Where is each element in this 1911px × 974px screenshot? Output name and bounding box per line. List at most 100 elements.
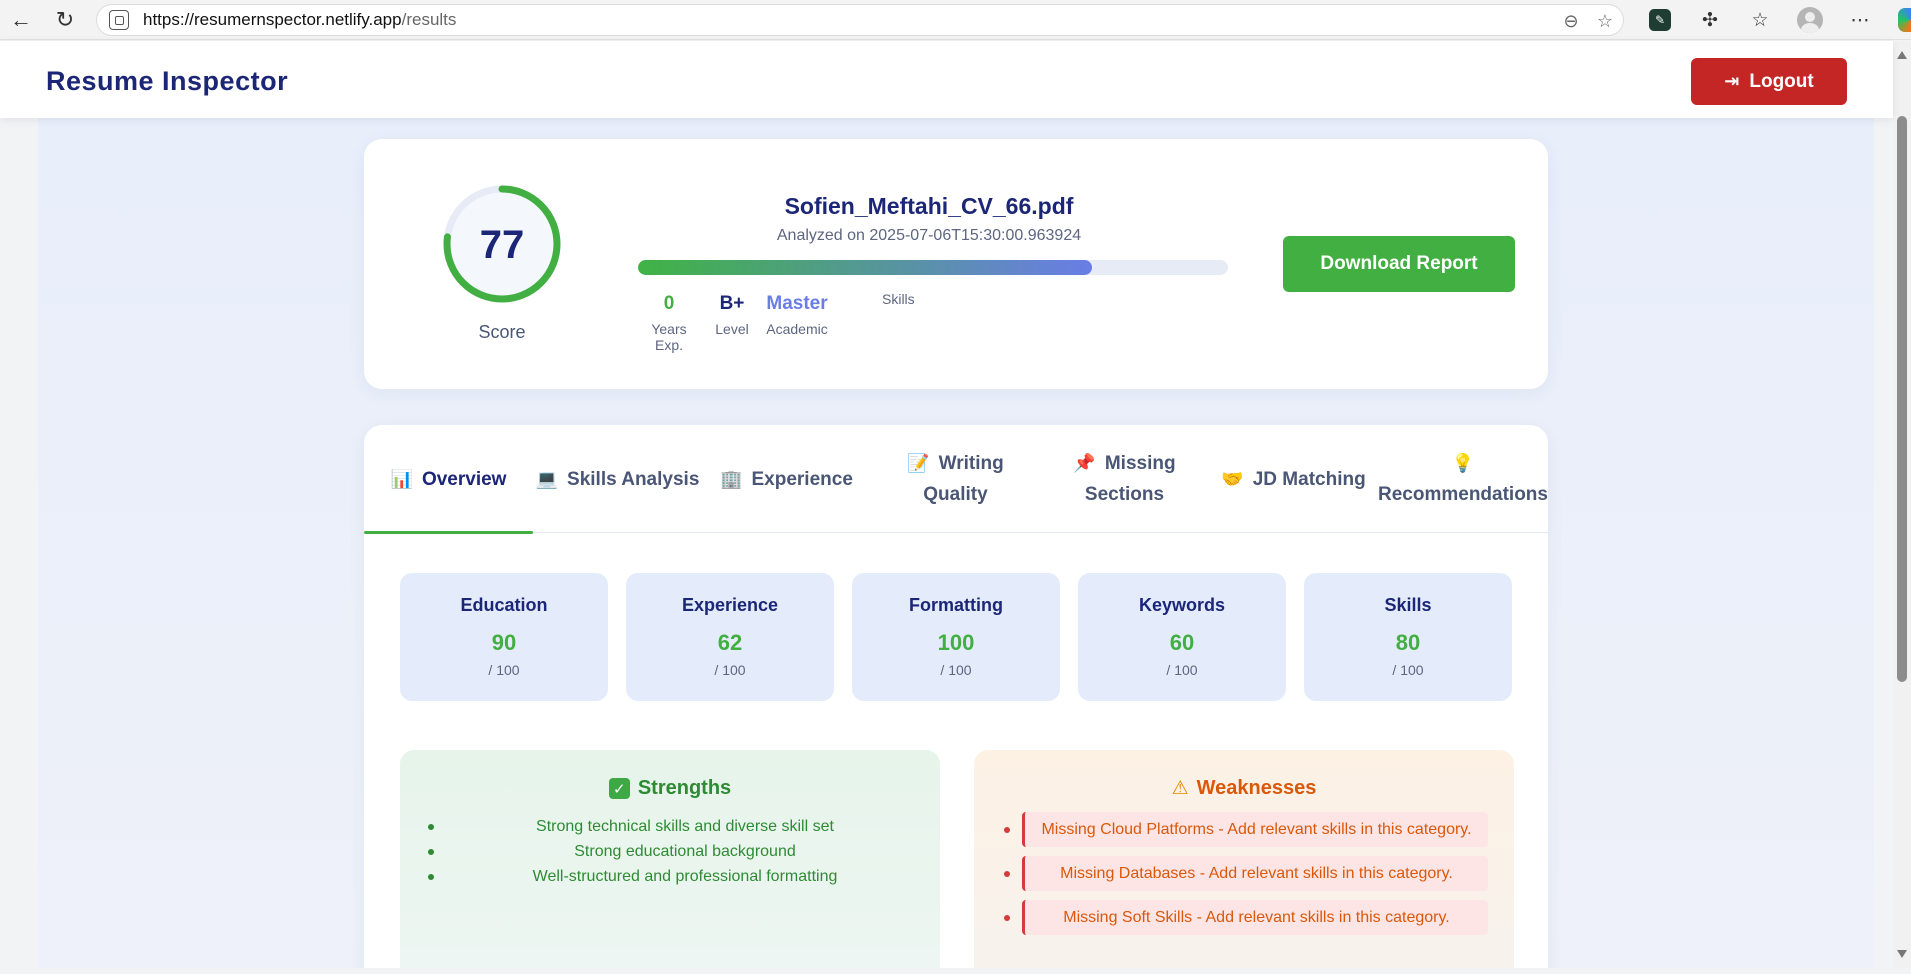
score-label: Score [478, 322, 526, 342]
address-bar[interactable]: https://resumernspector.netlify.app/resu… [96, 4, 1624, 36]
score-progress-fill [638, 260, 1093, 275]
tab-label: Recommendations [1378, 484, 1548, 505]
scroll-down-arrow-icon[interactable] [1897, 950, 1907, 958]
metric-card-education: Education 90 / 100 [400, 573, 608, 701]
tab-experience[interactable]: 🏢 Experience [702, 425, 871, 533]
copilot-icon[interactable] [1895, 5, 1911, 35]
metric-value: 62 [717, 630, 743, 655]
analysis-tabs-card: 📊 Overview 💻 Skills Analysis 🏢 Experienc… [364, 425, 1548, 968]
strength-item: Strong technical skills and diverse skil… [428, 814, 940, 839]
metric-name: Education [460, 595, 548, 615]
url-text: https://resumernspector.netlify.app/resu… [143, 10, 456, 30]
file-name: Sofien_Meftahi_CV_66.pdf [784, 193, 1074, 219]
handshake-icon: 🤝 [1221, 468, 1244, 489]
metric-card-experience: Experience 62 / 100 [626, 573, 834, 701]
tab-label-stack: 📌 Missing Sections [1073, 448, 1175, 510]
metric-name: Skills [1384, 595, 1432, 615]
stat-level: B+ Level [712, 293, 752, 337]
strength-item: Strong educational background [428, 839, 940, 864]
stat-value: 0 [663, 293, 675, 314]
logout-label: Logout [1749, 70, 1814, 92]
tab-recommendations[interactable]: 💡 Recommendations [1378, 425, 1548, 533]
brand-logo[interactable]: Resume Inspector [46, 66, 288, 97]
logout-icon: ⇥ [1724, 71, 1740, 91]
metric-card-formatting: Formatting 100 / 100 [852, 573, 1060, 701]
download-report-button[interactable]: Download Report [1283, 236, 1515, 292]
stat-value: Master [766, 293, 828, 314]
tab-label-stack: 💡 Recommendations [1378, 448, 1548, 510]
metric-name: Experience [681, 595, 779, 615]
tab-label-line2: Sections [1084, 484, 1165, 505]
tab-writing-quality[interactable]: 📝 Writing Quality [871, 425, 1040, 533]
tab-label: Writing [938, 453, 1004, 474]
stat-skills-label: Skills [882, 291, 915, 307]
memo-icon: 📝 [907, 453, 930, 473]
metric-value: 90 [491, 630, 517, 655]
page-scrollbar[interactable] [1893, 41, 1911, 968]
tab-label: JD Matching [1252, 468, 1366, 490]
extension-app-icon[interactable]: ✎ [1645, 5, 1675, 35]
strengths-title-text: Strengths [637, 777, 732, 799]
tab-label-stack: 📝 Writing Quality [907, 448, 1004, 510]
reload-icon[interactable]: ↻ [50, 5, 80, 35]
metric-max: / 100 [1166, 662, 1198, 678]
analyzed-timestamp: Analyzed on 2025-07-06T15:30:00.963924 [776, 227, 1082, 244]
weakness-item: Missing Soft Skills - Add relevant skill… [1004, 900, 1488, 935]
warning-icon: ⚠ [1171, 778, 1189, 799]
summary-card: 77 Score Sofien_Meftahi_CV_66.pdf Analyz… [364, 139, 1548, 389]
metric-name: Formatting [909, 595, 1003, 615]
strengths-title: ✓ Strengths [400, 777, 940, 800]
score-progress-bar [638, 260, 1228, 275]
tab-label-line2: Quality [923, 484, 988, 505]
stat-academic: Master Academic [762, 293, 832, 337]
zoom-icon[interactable]: ⊖ [1559, 9, 1583, 33]
tab-overview[interactable]: 📊 Overview [364, 425, 533, 534]
metric-value: 80 [1395, 630, 1421, 655]
tab-label: Missing [1104, 453, 1176, 474]
metric-name: Keywords [1138, 595, 1226, 615]
extensions-puzzle-icon[interactable]: ✣ [1695, 5, 1725, 35]
url-path: /results [401, 10, 457, 29]
results-page: 77 Score Sofien_Meftahi_CV_66.pdf Analyz… [38, 118, 1874, 968]
weakness-item: Missing Databases - Add relevant skills … [1004, 856, 1488, 891]
more-menu-icon[interactable]: ⋯ [1845, 5, 1875, 35]
scroll-thumb[interactable] [1897, 116, 1907, 682]
tab-jd-matching[interactable]: 🤝 JD Matching [1209, 425, 1378, 533]
metric-max: / 100 [488, 662, 520, 678]
browser-toolbar: ← ↻ https://resumernspector.netlify.app/… [0, 0, 1911, 40]
tab-strip: 📊 Overview 💻 Skills Analysis 🏢 Experienc… [364, 425, 1548, 534]
check-mark-icon: ✓ [608, 778, 630, 799]
metric-max: / 100 [714, 662, 746, 678]
bar-chart-icon: 📊 [390, 468, 413, 489]
office-building-icon: 🏢 [720, 468, 743, 489]
logout-button[interactable]: ⇥ Logout [1691, 58, 1847, 105]
stat-value: B+ [719, 293, 745, 314]
stat-label: Level [715, 321, 749, 337]
stat-label: Years Exp. [651, 321, 687, 353]
weaknesses-title-text: Weaknesses [1196, 777, 1317, 799]
strength-item: Well-structured and professional formatt… [428, 864, 940, 889]
strengths-panel: ✓ Strengths Strong technical skills and … [400, 750, 940, 968]
tab-label: Experience [751, 468, 853, 490]
scroll-up-arrow-icon[interactable] [1897, 51, 1907, 59]
metric-max: / 100 [940, 662, 972, 678]
computer-icon: 💻 [535, 468, 559, 489]
strengths-list: Strong technical skills and diverse skil… [400, 814, 940, 889]
site-info-icon[interactable] [109, 10, 129, 30]
back-arrow-icon[interactable]: ← [6, 5, 36, 35]
tab-label: Overview [421, 468, 507, 490]
tab-label: Skills Analysis [567, 468, 700, 490]
weakness-item: Missing Cloud Platforms - Add relevant s… [1004, 812, 1488, 847]
favorite-star-icon[interactable]: ☆ [1593, 9, 1617, 33]
weaknesses-title: ⚠ Weaknesses [974, 777, 1514, 800]
light-bulb-icon: 💡 [1451, 453, 1475, 473]
tab-skills-analysis[interactable]: 💻 Skills Analysis [533, 425, 702, 533]
weaknesses-panel: ⚠ Weaknesses Missing Cloud Platforms - A… [974, 750, 1514, 968]
profile-avatar-icon[interactable] [1795, 5, 1825, 35]
app-header: Resume Inspector ⇥ Logout [0, 41, 1893, 118]
tab-missing-sections[interactable]: 📌 Missing Sections [1040, 425, 1209, 533]
pushpin-icon: 📌 [1073, 453, 1096, 473]
url-host: https://resumernspector.netlify.app [143, 10, 402, 29]
favorites-icon[interactable]: ☆ [1745, 5, 1775, 35]
score-value: 77 [479, 223, 525, 267]
